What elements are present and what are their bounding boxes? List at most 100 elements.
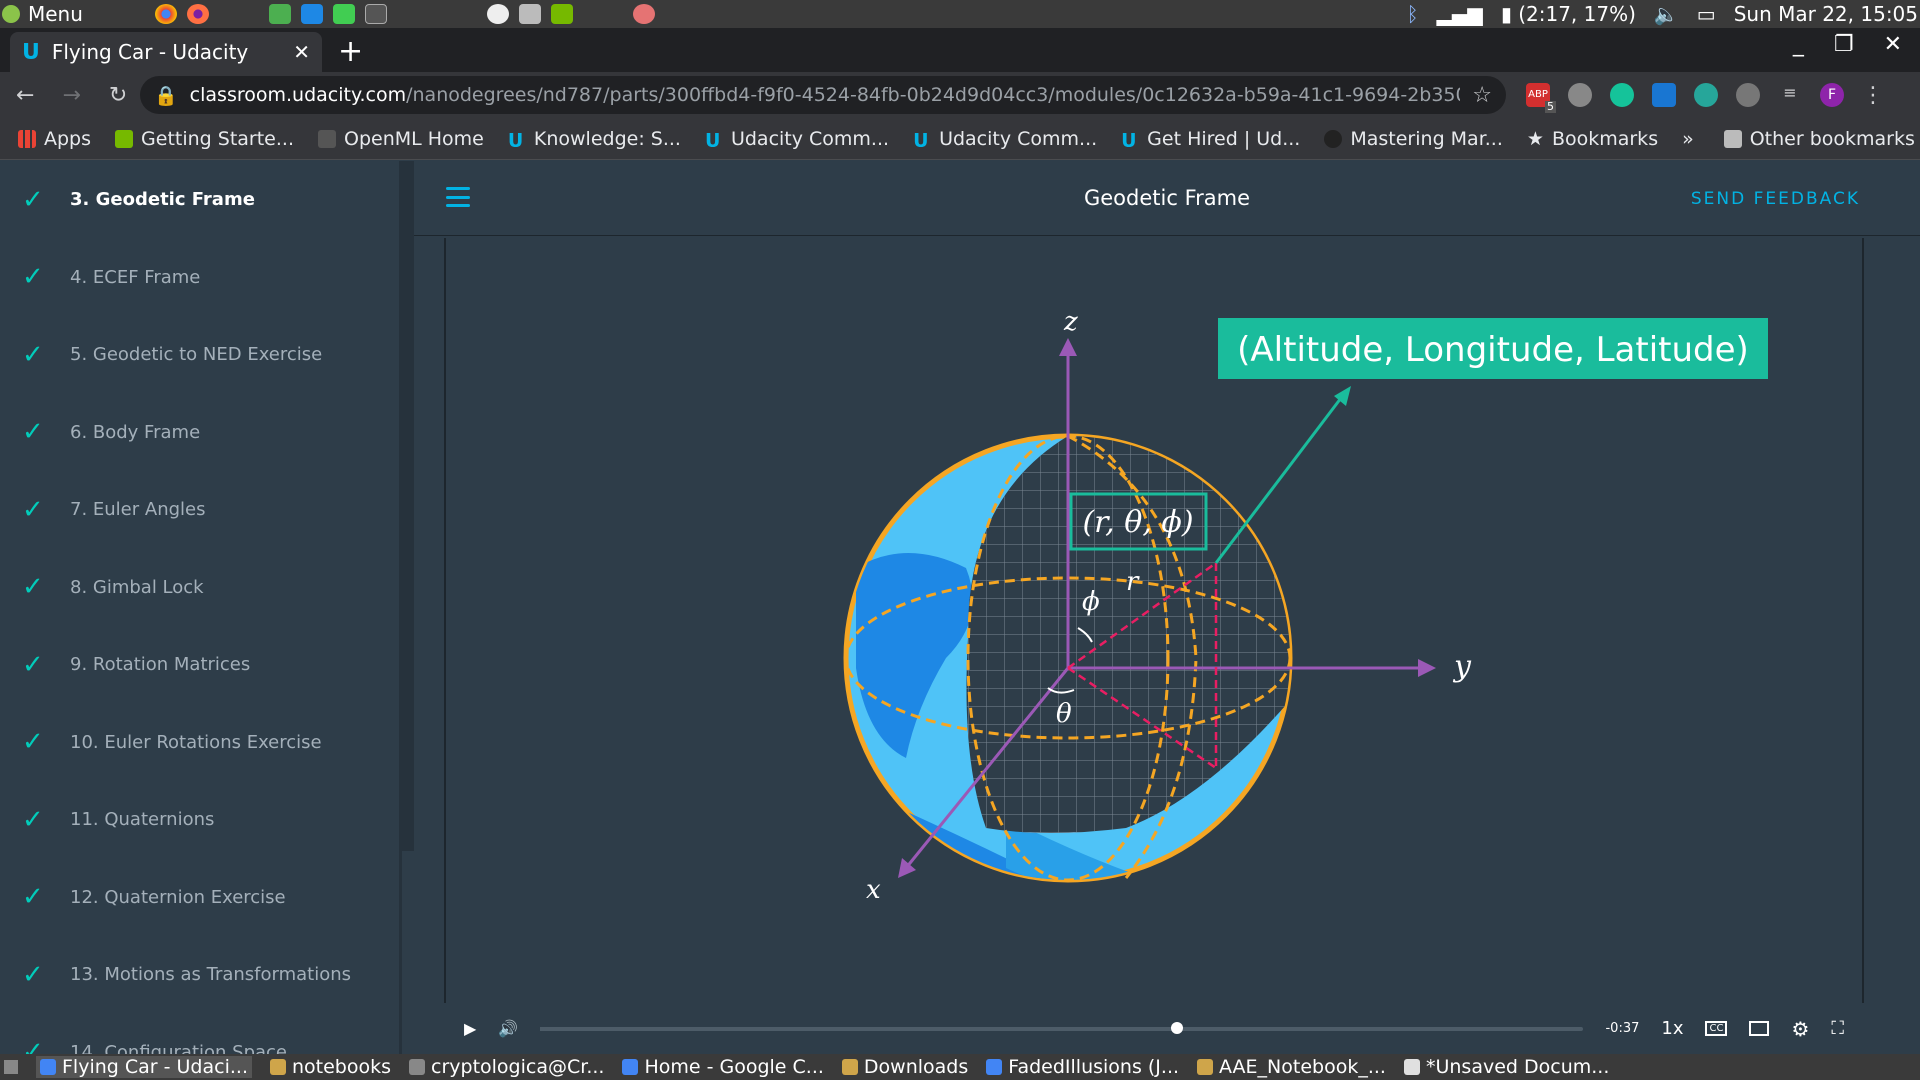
taskbar-item[interactable]: Flying Car - Udaci...	[36, 1056, 252, 1078]
fullscreen-icon[interactable]: ⛶	[1831, 1018, 1844, 1039]
bookmark-star-icon[interactable]: ☆	[1472, 83, 1492, 108]
taskbar-item[interactable]: cryptologica@Cr...	[409, 1056, 604, 1078]
captions-icon[interactable]: CC	[1705, 1021, 1728, 1036]
taskbar-item[interactable]: *Unsaved Docum...	[1403, 1056, 1609, 1078]
tab-flying-car[interactable]: 𝗨 Flying Car - Udacity ✕	[10, 32, 322, 72]
more-bookmarks-button[interactable]: »	[1682, 128, 1694, 150]
lesson-item[interactable]: ✓ 14. Configuration Space	[0, 1014, 399, 1054]
browser-toolbar: ← → ↻ 🔒 classroom.udacity.com/nanodegree…	[0, 72, 1920, 118]
sidebar-scrollbar[interactable]	[400, 161, 414, 851]
adblock-extension-icon[interactable]: ABP 5	[1526, 83, 1556, 113]
play-icon[interactable]: ▶	[464, 1019, 476, 1038]
bookmarks-bar: Apps Getting Starte... OpenML Home 𝗨 Kno…	[0, 118, 1920, 160]
profile-avatar[interactable]: F	[1820, 83, 1844, 107]
volume-icon[interactable]: 🔈	[1654, 2, 1679, 26]
taskbar-item[interactable]: Downloads	[841, 1056, 968, 1078]
coord-label: (r, θ, ϕ)	[1082, 505, 1193, 540]
files-launcher-icon[interactable]	[519, 4, 541, 24]
bookmark-openml[interactable]: OpenML Home	[318, 128, 484, 150]
nvidia-launcher-icon[interactable]	[551, 4, 573, 24]
back-icon[interactable]: ←	[16, 83, 34, 108]
taskbar-item-label: Flying Car - Udaci...	[62, 1056, 248, 1078]
seek-bar[interactable]	[540, 1021, 1584, 1034]
checkmark-icon: ✓	[22, 804, 44, 835]
url-path: /nanodegrees/nd787/parts/300ffbd4-f9f0-4…	[406, 84, 1460, 106]
taskbar-item-label: Home - Google C...	[644, 1056, 824, 1078]
inkscape-launcher-icon[interactable]	[487, 4, 509, 24]
restore-icon[interactable]: ❐	[1834, 32, 1854, 57]
lesson-item[interactable]: ✓ 11. Quaternions	[0, 781, 399, 859]
taskbar-item[interactable]: Home - Google C...	[622, 1056, 824, 1078]
reload-icon[interactable]: ↻	[109, 83, 127, 108]
terminal-launcher-icon[interactable]	[365, 4, 387, 24]
browser-menu-icon[interactable]: ⋮	[1862, 83, 1884, 108]
lesson-item[interactable]: ✓ 7. Euler Angles	[0, 471, 399, 549]
bulb-extension-icon[interactable]	[1736, 83, 1760, 107]
close-tab-icon[interactable]: ✕	[293, 40, 310, 64]
bookmark-udacity-comm-2[interactable]: 𝗨 Udacity Comm...	[913, 128, 1097, 152]
lesson-item[interactable]: ✓ 4. ECEF Frame	[0, 239, 399, 317]
new-tab-button[interactable]: +	[338, 34, 363, 69]
glasses-extension-icon[interactable]	[1568, 83, 1592, 107]
taskbar-item[interactable]: FadedIllusions (J...	[986, 1056, 1179, 1078]
bookmark-apps[interactable]: Apps	[18, 128, 91, 150]
checkmark-icon: ✓	[22, 882, 44, 913]
m-extension-icon[interactable]	[1694, 83, 1718, 107]
os-menu-button[interactable]: Menu	[0, 2, 155, 26]
bookmark-get-hired[interactable]: 𝗨 Get Hired | Ud...	[1121, 127, 1301, 152]
send-feedback-link[interactable]: SEND FEEDBACK	[1691, 189, 1860, 209]
show-desktop-icon[interactable]	[4, 1060, 18, 1074]
playback-speed-button[interactable]: 1x	[1661, 1018, 1683, 1039]
grammarly-extension-icon[interactable]	[1610, 83, 1634, 107]
bluetooth-icon[interactable]: ᛒ	[1407, 2, 1419, 26]
network-icon[interactable]: ▂▄▆	[1437, 2, 1483, 26]
vscode-launcher-icon[interactable]	[301, 4, 323, 24]
volume-icon[interactable]: 🔊	[498, 1019, 518, 1038]
media-control-icon[interactable]: ≡	[1778, 83, 1802, 107]
lesson-item[interactable]: ✓ 6. Body Frame	[0, 394, 399, 472]
bookmark-label: Knowledge: S...	[533, 127, 681, 150]
lesson-item[interactable]: ✓ 8. Gimbal Lock	[0, 549, 399, 627]
lesson-sidebar: ✓ 3. Geodetic Frame ✓ 4. ECEF Frame ✓ 5. Geod…	[0, 161, 402, 1054]
udacity-favicon-icon: 𝗨	[22, 39, 40, 65]
lesson-item[interactable]: ✓ 5. Geodetic to NED Exercise	[0, 316, 399, 394]
forward-icon[interactable]: →	[62, 83, 80, 108]
display-icon[interactable]: ▭	[1697, 2, 1716, 26]
mint-logo-icon	[2, 5, 20, 23]
qt-launcher-icon[interactable]	[333, 4, 355, 24]
lesson-item[interactable]: ✓ 12. Quaternion Exercise	[0, 859, 399, 937]
clock[interactable]: Sun Mar 22, 15:05	[1734, 2, 1918, 26]
lesson-item[interactable]: ✓ 10. Euler Rotations Exercise	[0, 704, 399, 782]
bookmark-bookmarks[interactable]: ★ Bookmarks	[1527, 128, 1658, 150]
minimize-icon[interactable]: _	[1793, 32, 1804, 57]
bookmark-mastering[interactable]: Mastering Mar...	[1324, 128, 1503, 150]
app-icon	[1197, 1059, 1214, 1075]
picture-in-picture-icon[interactable]	[1749, 1021, 1770, 1036]
lesson-item[interactable]: ✓ 13. Motions as Transformations	[0, 936, 399, 1014]
seek-knob[interactable]	[1171, 1021, 1184, 1034]
taskbar-item[interactable]: notebooks	[269, 1056, 391, 1078]
firefox-launcher-icon[interactable]	[187, 4, 209, 24]
settings-gear-icon[interactable]: ⚙	[1791, 1017, 1809, 1041]
address-bar[interactable]: 🔒 classroom.udacity.com/nanodegrees/nd78…	[140, 76, 1506, 114]
battery-indicator[interactable]: ▮ (2:17, 17%)	[1501, 2, 1636, 26]
video-player[interactable]: (r, θ, ϕ) r ϕ θ z y x (Altitude, Longitu…	[444, 238, 1864, 1003]
spreadsheet-launcher-icon[interactable]	[269, 4, 291, 24]
bookmark-label: Get Hired | Ud...	[1147, 127, 1301, 150]
close-window-icon[interactable]: ✕	[1884, 32, 1902, 57]
lesson-label: 8. Gimbal Lock	[70, 576, 204, 598]
bookmark-udacity-comm-1[interactable]: 𝗨 Udacity Comm...	[705, 128, 889, 152]
app-icon	[269, 1059, 286, 1075]
bookmark-getting-started[interactable]: Getting Starte...	[115, 128, 294, 150]
taskbar-item[interactable]: AAE_Notebook_...	[1197, 1056, 1386, 1078]
other-bookmarks-folder[interactable]: Other bookmarks	[1723, 128, 1915, 150]
lesson-item[interactable]: ✓ 9. Rotation Matrices	[0, 626, 399, 704]
lesson-item[interactable]: ✓ 3. Geodetic Frame	[0, 161, 399, 239]
lesson-label: 3. Geodetic Frame	[70, 189, 255, 211]
chrome-launcher-icon[interactable]	[155, 4, 177, 24]
lesson-label: 12. Quaternion Exercise	[70, 886, 286, 908]
s-extension-icon[interactable]	[1652, 83, 1676, 107]
geodetic-diagram: (r, θ, ϕ) r ϕ θ z y x (Altitude, Longitu…	[843, 307, 1768, 905]
bookmark-knowledge[interactable]: 𝗨 Knowledge: S...	[508, 127, 681, 152]
paint-launcher-icon[interactable]	[633, 4, 655, 24]
